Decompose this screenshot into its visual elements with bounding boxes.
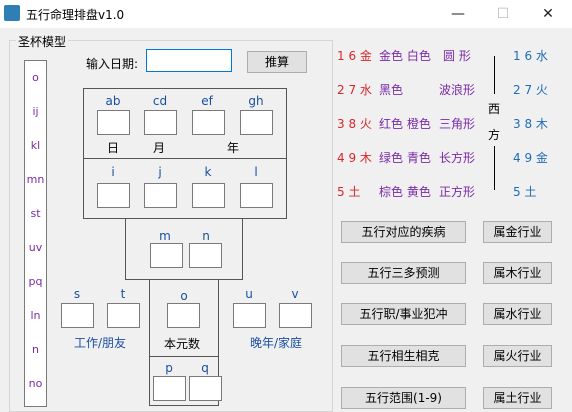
cell-o[interactable]	[167, 303, 200, 328]
cell-label-m: m	[159, 229, 171, 243]
element-colors: 金色 白色	[379, 49, 431, 63]
list-item[interactable]: no	[25, 377, 46, 390]
late-family-label: 晚年/家庭	[250, 336, 303, 350]
cell-n[interactable]	[189, 243, 222, 268]
list-item[interactable]: st	[25, 207, 46, 220]
list-item[interactable]: n	[25, 343, 46, 356]
element-left-num: 4 9 木	[337, 151, 372, 165]
list-item[interactable]: mn	[25, 173, 46, 186]
cell-cd[interactable]	[144, 110, 177, 135]
date-label: 输入日期:	[86, 57, 139, 71]
west-line-bottom	[494, 146, 495, 190]
cell-label-t: t	[120, 287, 126, 301]
cell-j[interactable]	[144, 183, 177, 208]
prediction-button[interactable]: 五行三多预测	[341, 262, 466, 284]
mn-frame	[125, 218, 243, 280]
day-label: 日	[107, 141, 120, 155]
element-right-num: 1 6 水	[513, 49, 548, 63]
water-industry-button[interactable]: 属水行业	[483, 303, 552, 325]
list-item[interactable]: pq	[25, 275, 46, 288]
cell-k[interactable]	[192, 183, 225, 208]
list-item[interactable]: uv	[25, 241, 46, 254]
metal-industry-button[interactable]: 属金行业	[483, 221, 552, 243]
minimize-icon[interactable]: —	[448, 4, 468, 24]
cell-label-cd: cd	[152, 94, 168, 108]
element-left-num: 5 土	[337, 185, 361, 199]
disease-button[interactable]: 五行对应的疾病	[341, 221, 466, 243]
window-title: 五行命理排盘v1.0	[26, 8, 125, 22]
cell-label-ef: ef	[201, 94, 213, 108]
cell-label-n: n	[202, 229, 210, 243]
cell-label-l: l	[254, 165, 258, 179]
cell-ab[interactable]	[97, 110, 130, 135]
element-shape: 圆 形	[443, 49, 471, 63]
vertical-list[interactable]: o ij kl mn st uv pq ln n no	[24, 60, 47, 407]
list-item[interactable]: kl	[25, 139, 46, 152]
wood-industry-button[interactable]: 属木行业	[483, 262, 552, 284]
element-shape: 长方形	[439, 151, 476, 165]
cell-t[interactable]	[107, 303, 140, 328]
app-icon	[4, 5, 20, 21]
element-shape: 正方形	[439, 185, 476, 199]
cell-label-k: k	[204, 165, 212, 179]
cell-label-u: u	[245, 287, 253, 301]
list-item[interactable]: ij	[25, 105, 46, 118]
element-right-num: 5 土	[513, 185, 537, 199]
cell-label-v: v	[291, 287, 299, 301]
list-item[interactable]: o	[25, 71, 46, 84]
element-left-num: 1 6 金	[337, 49, 372, 63]
cell-m[interactable]	[150, 243, 183, 268]
element-left-num: 2 7 水	[337, 83, 372, 97]
cell-q[interactable]	[189, 376, 222, 401]
cell-label-q: q	[201, 361, 209, 375]
fire-industry-button[interactable]: 属火行业	[483, 345, 552, 367]
work-friends-label: 工作/朋友	[74, 336, 127, 350]
close-icon[interactable]: ✕	[538, 4, 558, 24]
cell-ef[interactable]	[192, 110, 225, 135]
cell-u[interactable]	[233, 303, 266, 328]
earth-industry-button[interactable]: 属土行业	[483, 387, 552, 409]
cell-label-gh: gh	[248, 94, 264, 108]
divider	[83, 158, 287, 159]
calculate-button[interactable]: 推算	[247, 51, 307, 73]
list-item[interactable]: ln	[25, 309, 46, 322]
cell-label-i: i	[111, 165, 115, 179]
month-label: 月	[153, 141, 166, 155]
cell-label-ab: ab	[105, 94, 121, 108]
element-right-num: 2 7 火	[513, 83, 548, 97]
element-shape: 三角形	[439, 117, 476, 131]
cell-l[interactable]	[240, 183, 273, 208]
generation-button[interactable]: 五行相生相克	[341, 345, 466, 367]
cell-i[interactable]	[97, 183, 130, 208]
cell-label-o: o	[180, 289, 188, 303]
element-right-num: 3 8 木	[513, 117, 548, 131]
cell-p[interactable]	[153, 376, 186, 401]
career-conflict-button[interactable]: 五行职/事业犯冲	[341, 303, 466, 325]
cell-label-j: j	[158, 165, 162, 179]
cell-v[interactable]	[279, 303, 312, 328]
group-label: 圣杯模型	[16, 33, 69, 50]
element-right-num: 4 9 金	[513, 151, 548, 165]
element-shape: 波浪形	[439, 83, 476, 97]
cell-label-s: s	[73, 287, 81, 301]
cell-gh[interactable]	[240, 110, 273, 135]
maximize-icon[interactable]: ☐	[493, 4, 513, 24]
year-label: 年	[227, 141, 240, 155]
west-line-top	[494, 56, 495, 94]
self-label: 本元数	[164, 337, 201, 351]
west-label-top: 西	[488, 102, 501, 116]
west-label-bottom: 方	[488, 128, 501, 142]
date-input[interactable]	[146, 49, 232, 72]
element-left-num: 3 8 火	[337, 117, 372, 131]
cell-label-p: p	[165, 361, 173, 375]
range-button[interactable]: 五行范围(1-9)	[341, 387, 466, 409]
cell-s[interactable]	[61, 303, 94, 328]
